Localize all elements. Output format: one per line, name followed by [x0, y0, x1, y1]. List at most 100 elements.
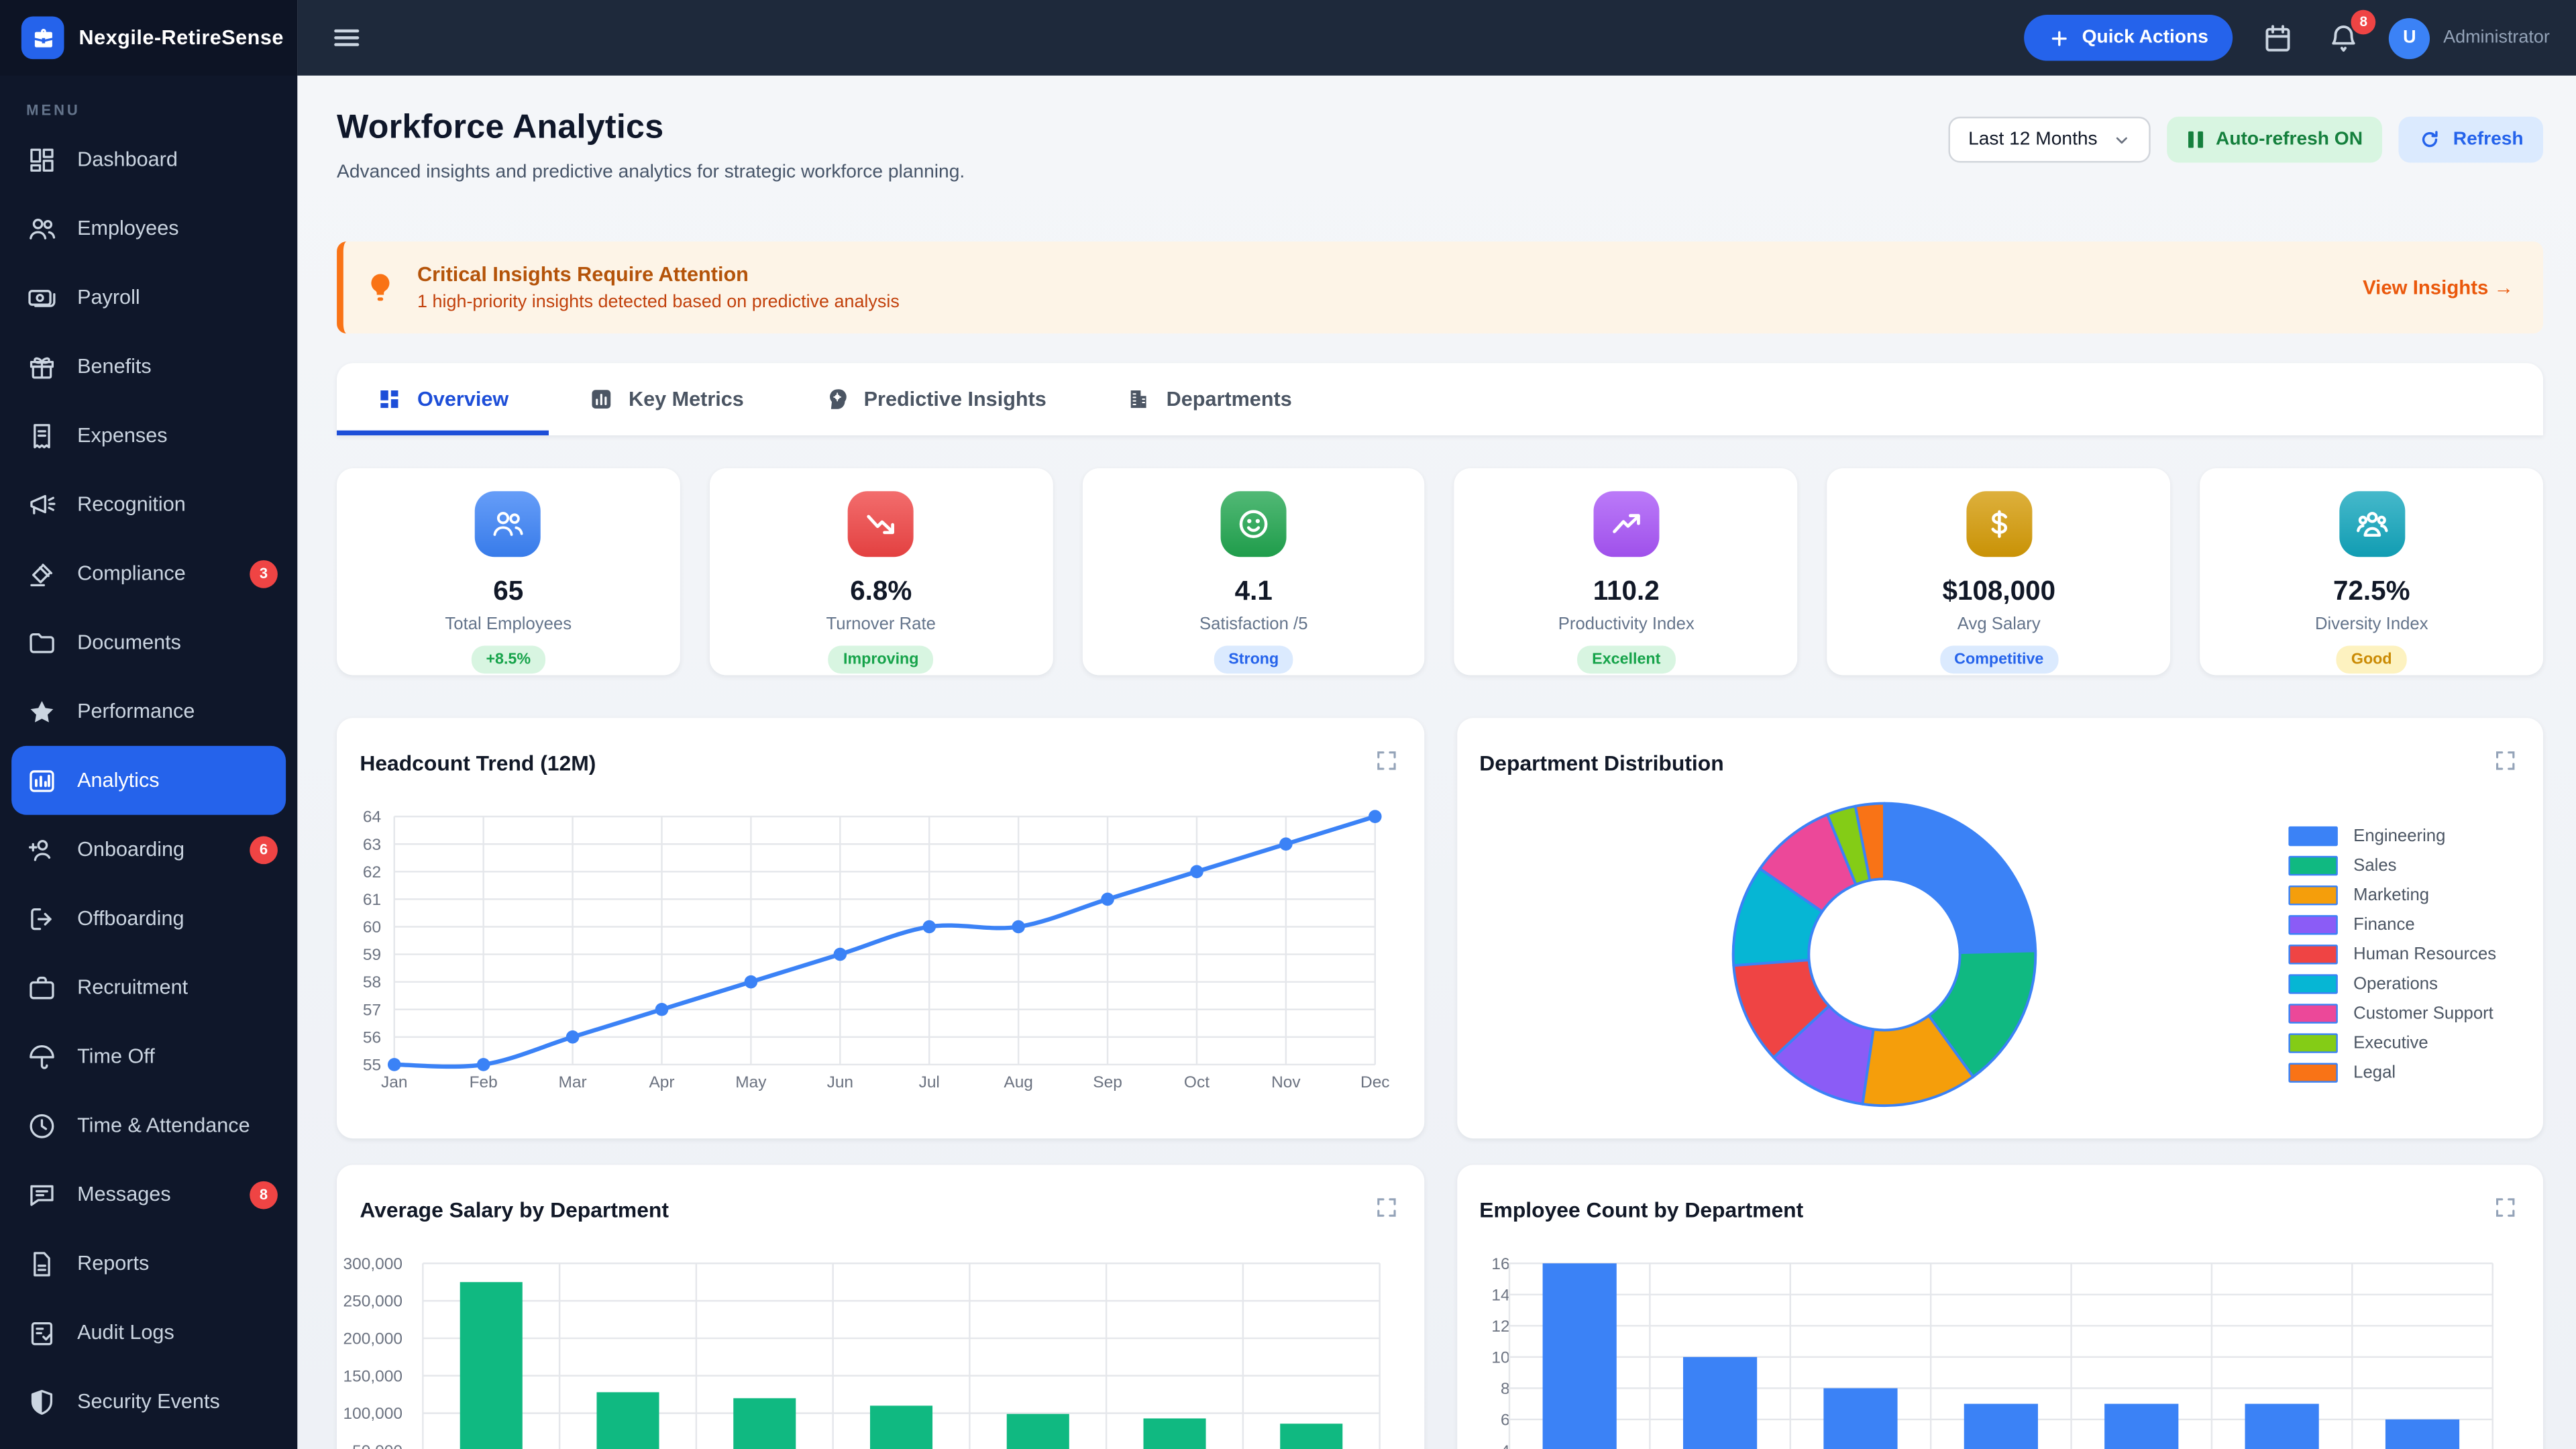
svg-text:300,000: 300,000 — [343, 1255, 402, 1273]
calendar-icon[interactable] — [2257, 17, 2298, 58]
analytics-icon — [26, 765, 58, 796]
expand-icon[interactable] — [1371, 746, 1401, 775]
chevron-down-icon — [2116, 136, 2127, 143]
svg-text:Sep: Sep — [1093, 1073, 1122, 1091]
sidebar-item-messages[interactable]: Messages 8 — [0, 1160, 297, 1229]
department-distribution-card: Department Distribution Engineering Sale… — [1456, 718, 2544, 1139]
notifications-bell-icon[interactable]: 8 — [2323, 9, 2376, 58]
refresh-icon — [2422, 131, 2438, 148]
stat-value: 6.8% — [850, 576, 912, 606]
view-insights-link[interactable]: View Insights → — [2363, 276, 2514, 299]
svg-text:62: 62 — [363, 863, 381, 881]
avatar[interactable]: U — [2389, 17, 2430, 58]
sidebar-item-performance[interactable]: Performance — [0, 677, 297, 746]
stat-label: Diversity Index — [2314, 614, 2428, 635]
stat-cards-row: 65 Total Employees +8.5% 6.8% Turnover R… — [337, 468, 2543, 676]
slice-engineering — [1882, 802, 2036, 955]
sidebar-item-payroll[interactable]: Payroll — [0, 263, 297, 332]
sidebar-item-benefits[interactable]: Benefits — [0, 332, 297, 401]
headcount-line-chart: 64 63 62 61 60 59 58 57 56 55Jan Feb Mar Apr May Jun Ju… — [363, 808, 1390, 1092]
sidebar-item-onboarding[interactable]: Onboarding 6 — [0, 815, 297, 884]
trend-down-icon — [848, 491, 914, 557]
expand-icon[interactable] — [2491, 746, 2520, 775]
svg-text:64: 64 — [363, 808, 381, 826]
tab-departments[interactable]: Departments — [1086, 363, 1332, 435]
sidebar-item-compliance[interactable]: Compliance 3 — [0, 539, 297, 608]
dashboard-icon — [26, 144, 58, 175]
sidebar-item-analytics[interactable]: Analytics — [11, 745, 286, 815]
brand[interactable]: Nexgile-RetireSense — [0, 0, 298, 76]
stat-label: Total Employees — [445, 614, 572, 635]
status-badge: Improving — [828, 645, 934, 674]
shield-icon — [26, 1386, 58, 1417]
sidebar-item-offboarding[interactable]: Offboarding — [0, 884, 297, 953]
donut-slices — [1731, 802, 2036, 1108]
log-out-icon — [26, 903, 58, 934]
expand-icon[interactable] — [1371, 1193, 1401, 1222]
bar — [596, 1392, 659, 1449]
tab-key-metrics[interactable]: Key Metrics — [548, 363, 784, 435]
legend-swatch — [2288, 885, 2337, 906]
sidebar-item-employees[interactable]: Employees — [0, 194, 297, 263]
sidebar-item-recognition[interactable]: Recognition — [0, 470, 297, 539]
sidebar-item-audit-logs[interactable]: Audit Logs — [0, 1298, 297, 1367]
auto-refresh-toggle[interactable]: Auto-refresh ON — [2166, 116, 2383, 163]
stat-label: Avg Salary — [1957, 614, 2041, 635]
svg-text:150,000: 150,000 — [343, 1367, 402, 1385]
legend-item-operations[interactable]: Operations — [2288, 969, 2496, 999]
status-badge: Strong — [1214, 645, 1294, 674]
page-title: Workforce Analytics — [337, 108, 664, 146]
stat-card-productivity-index: 110.2 Productivity Index Excellent — [1454, 468, 1798, 676]
expand-icon[interactable] — [2491, 1193, 2520, 1222]
legend-item-engineering[interactable]: Engineering — [2288, 821, 2496, 851]
alert-title: Critical Insights Require Attention — [417, 262, 749, 286]
svg-text:Nov: Nov — [1271, 1073, 1301, 1091]
legend-item-marketing[interactable]: Marketing — [2288, 881, 2496, 910]
umbrella-icon — [26, 1040, 58, 1072]
legend-item-human-resources[interactable]: Human Resources — [2288, 940, 2496, 969]
legend-item-finance[interactable]: Finance — [2288, 910, 2496, 940]
legend-item-executive[interactable]: Executive — [2288, 1028, 2496, 1058]
sidebar-item-dashboard[interactable]: Dashboard — [0, 125, 297, 194]
count-badge: 8 — [250, 1180, 278, 1209]
briefcase-icon — [26, 972, 58, 1004]
svg-text:200,000: 200,000 — [343, 1330, 402, 1348]
legend-item-legal[interactable]: Legal — [2288, 1058, 2496, 1087]
bar — [2103, 1403, 2178, 1449]
sidebar-item-expenses[interactable]: Expenses — [0, 401, 297, 470]
bar — [1963, 1403, 2037, 1449]
tab-overview[interactable]: Overview — [337, 363, 548, 435]
star-icon — [26, 696, 58, 727]
sidebar-item-time-off[interactable]: Time Off — [0, 1022, 297, 1091]
quick-actions-button[interactable]: Quick Actions — [2024, 15, 2233, 61]
employee-count-bar-chart: 16 14 12 10 8 6 4 — [1491, 1255, 2493, 1449]
status-badge: +8.5% — [471, 645, 546, 674]
sidebar-item-recruitment[interactable]: Recruitment — [0, 953, 297, 1022]
sidebar-item-security-events[interactable]: Security Events — [0, 1367, 297, 1436]
svg-text:Jun: Jun — [827, 1073, 853, 1091]
legend-item-customer-support[interactable]: Customer Support — [2288, 999, 2496, 1028]
dollar-icon — [1966, 491, 2032, 557]
svg-text:Mar: Mar — [559, 1073, 587, 1091]
sidebar-item-time-attendance[interactable]: Time & Attendance — [0, 1091, 297, 1160]
folder-icon — [26, 627, 58, 658]
svg-text:12: 12 — [1491, 1318, 1509, 1336]
stat-value: 65 — [493, 576, 524, 606]
bar — [2244, 1403, 2318, 1449]
smile-icon — [1220, 491, 1287, 557]
refresh-button[interactable]: Refresh — [2398, 116, 2544, 163]
donut-legend: Engineering Sales Marketing Finance Huma… — [2288, 821, 2496, 1087]
topbar: Quick Actions 8 U Administrator — [297, 0, 2576, 76]
count-badge: 6 — [250, 835, 278, 863]
sidebar-item-documents[interactable]: Documents — [0, 608, 297, 677]
stat-value: $108,000 — [1942, 576, 2056, 606]
menu-toggle-button[interactable] — [323, 15, 370, 61]
legend-item-sales[interactable]: Sales — [2288, 851, 2496, 881]
tab-predictive-insights[interactable]: Predictive Insights — [784, 363, 1086, 435]
period-select[interactable]: Last 12 Months — [1948, 116, 2151, 163]
bars — [1542, 1263, 2459, 1449]
bar — [869, 1405, 933, 1449]
sidebar-item-reports[interactable]: Reports — [0, 1229, 297, 1298]
svg-text:57: 57 — [363, 1001, 381, 1019]
gridlines: 64 63 62 61 60 59 58 57 56 55Jan Feb Mar Apr May Jun Ju… — [363, 808, 1390, 1092]
